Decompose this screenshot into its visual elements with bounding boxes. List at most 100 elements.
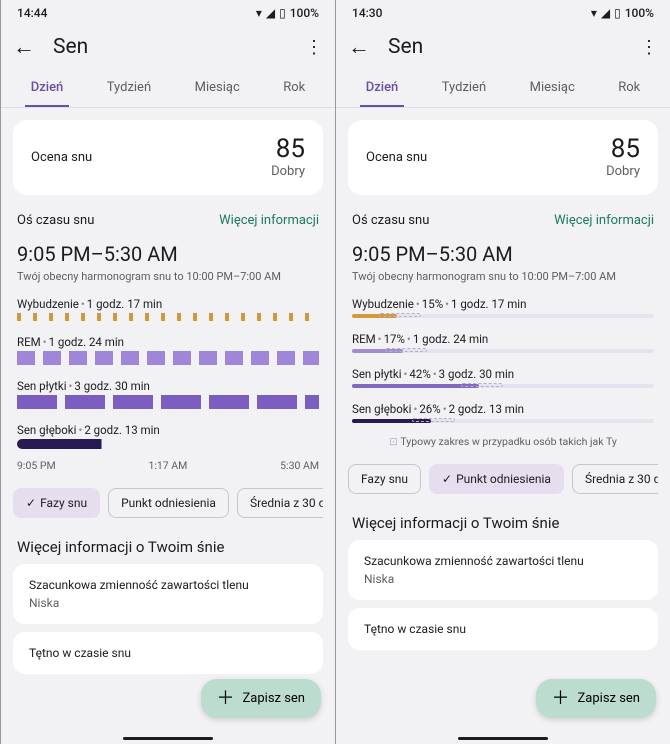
stage-row-wake: Wybudzenie•15%•1 godz. 17 min (352, 297, 654, 318)
header: ← Sen ⋮ (336, 20, 670, 70)
tab-miesiąc[interactable]: Miesiąc (524, 70, 581, 107)
chip-0[interactable]: ✓Fazy snu (13, 488, 100, 518)
score-label: Ocena snu (31, 150, 92, 165)
score-card: Ocena snu 85 Dobry (348, 120, 658, 195)
status-bar: 14:30 ▾ ◢ ▯ 100% (336, 0, 670, 20)
status-icons: ▾ ◢ ▯ 100% (591, 6, 654, 20)
kebab-icon[interactable]: ⋮ (640, 37, 658, 58)
score-value: 85 (606, 136, 640, 162)
fab-label: Zapisz sen (243, 691, 306, 706)
timeline-track-wake (17, 313, 319, 321)
timeline-track-light (17, 395, 319, 409)
stage-label: Sen głęboki•26%•2 godz. 13 min (352, 402, 654, 416)
stage-label: REM•17%•1 godz. 24 min (352, 332, 654, 346)
tab-rok[interactable]: Rok (277, 70, 311, 107)
tab-dzień[interactable]: Dzień (25, 70, 70, 107)
stage-label: Sen głęboki•2 godz. 13 min (17, 423, 319, 437)
timeline-section: Oś czasu snu Więcej informacji 9:05 PM–5… (17, 213, 319, 472)
info-card-title: Tętno w czasie snu (364, 622, 642, 636)
info-card-title: Szacunkowa zmienność zawartości tlenu (29, 578, 307, 592)
back-icon[interactable]: ← (13, 34, 35, 60)
section-title: Oś czasu snu (352, 213, 429, 228)
chip-0[interactable]: Fazy snu (348, 464, 421, 494)
time-range: 9:05 PM–5:30 AM (352, 242, 654, 266)
check-icon: ✓ (442, 472, 452, 486)
page-title: Sen (388, 35, 640, 59)
info-card-title: Szacunkowa zmienność zawartości tlenu (364, 554, 642, 568)
chip-2[interactable]: Średnia z 30 dni (572, 464, 658, 494)
chip-2[interactable]: Średnia z 30 dni (237, 488, 323, 518)
stage-row-light: Sen płytki•42%•3 godz. 30 min (352, 367, 654, 388)
tab-tydzień[interactable]: Tydzień (101, 70, 157, 107)
kebab-icon[interactable]: ⋮ (305, 37, 323, 58)
more-info-link[interactable]: Więcej informacji (219, 213, 319, 228)
status-time: 14:44 (17, 6, 47, 20)
axis-tick: 5:30 AM (280, 459, 319, 472)
tabs: Dzień Tydzień Miesiąc Rok (336, 70, 670, 108)
header: ← Sen ⋮ (1, 20, 335, 70)
info-card-1[interactable]: Tętno w czasie snu (348, 608, 658, 650)
time-sub: Twój obecny harmonogram snu to 10:00 PM–… (17, 270, 319, 283)
chips: ✓Fazy snu Punkt odniesienia Średnia z 30 d… (13, 488, 323, 518)
stage-label: Sen płytki•3 godz. 30 min (17, 379, 319, 393)
tab-tydzień[interactable]: Tydzień (436, 70, 492, 107)
chip-1[interactable]: ✓Punkt odniesienia (429, 464, 564, 494)
bar-wake (352, 314, 654, 318)
info-card-0[interactable]: Szacunkowa zmienność zawartości tlenu Ni… (13, 564, 323, 624)
range-note: Typowy zakres w przypadku osób takich ja… (352, 435, 654, 448)
tab-rok[interactable]: Rok (612, 70, 646, 107)
more-title: Więcej informacji o Twoim śnie (17, 538, 319, 556)
battery-pct: 100% (290, 6, 319, 20)
more-title: Więcej informacji o Twoim śnie (352, 514, 654, 532)
info-card-0[interactable]: Szacunkowa zmienność zawartości tlenu Ni… (348, 540, 658, 600)
status-bar: 14:44 ▾ ◢ ▯ 100% (1, 0, 335, 20)
axis-tick: 9:05 PM (17, 459, 56, 472)
stage-row-wake: Wybudzenie•1 godz. 17 min (17, 297, 319, 321)
x-axis: 9:05 PM 1:17 AM 5:30 AM (17, 459, 319, 472)
bar-light (352, 384, 654, 388)
stage-label: Wybudzenie•15%•1 godz. 17 min (352, 297, 654, 311)
info-card-1[interactable]: Tętno w czasie snu (13, 632, 323, 674)
tab-miesiąc[interactable]: Miesiąc (189, 70, 246, 107)
time-range: 9:05 PM–5:30 AM (17, 242, 319, 266)
score-value: 85 (271, 136, 305, 162)
info-card-value: Niska (364, 572, 642, 586)
fab-save[interactable]: ＋ Zapisz sen (201, 679, 322, 718)
stage-row-rem: REM•17%•1 godz. 24 min (352, 332, 654, 353)
info-card-title: Tętno w czasie snu (29, 646, 307, 660)
wifi-icon: ▾ (591, 6, 597, 20)
timeline-track-deep (17, 439, 319, 449)
axis-tick: 1:17 AM (148, 459, 187, 472)
stage-row-light: Sen płytki•3 godz. 30 min (17, 379, 319, 409)
score-label: Ocena snu (366, 150, 427, 165)
more-info-link[interactable]: Więcej informacji (554, 213, 654, 228)
score-desc: Dobry (271, 164, 305, 179)
stage-label: Sen płytki•42%•3 godz. 30 min (352, 367, 654, 381)
tab-dzień[interactable]: Dzień (360, 70, 405, 107)
stage-label: Wybudzenie•1 godz. 17 min (17, 297, 319, 311)
info-card-value: Niska (29, 596, 307, 610)
stage-label: REM•1 godz. 24 min (17, 335, 319, 349)
chip-1[interactable]: Punkt odniesienia (108, 488, 229, 518)
stage-row-deep: Sen głęboki•26%•2 godz. 13 min (352, 402, 654, 423)
stage-row-rem: REM•1 godz. 24 min (17, 335, 319, 365)
check-icon: ✓ (26, 496, 36, 510)
timeline-section: Oś czasu snu Więcej informacji 9:05 PM–5… (352, 213, 654, 448)
battery-icon: ▯ (614, 6, 621, 20)
section-title: Oś czasu snu (17, 213, 94, 228)
nav-pill (458, 737, 548, 740)
score-card: Ocena snu 85 Dobry (13, 120, 323, 195)
tabs: Dzień Tydzień Miesiąc Rok (1, 70, 335, 108)
nav-pill (123, 737, 213, 740)
status-time: 14:30 (352, 6, 382, 20)
bar-rem (352, 349, 654, 353)
back-icon[interactable]: ← (348, 34, 370, 60)
score-desc: Dobry (606, 164, 640, 179)
fab-save[interactable]: ＋ Zapisz sen (536, 679, 657, 718)
time-sub: Twój obecny harmonogram snu to 10:00 PM–… (352, 270, 654, 283)
page-title: Sen (53, 35, 305, 59)
wifi-icon: ▾ (256, 6, 262, 20)
timeline-track-rem (17, 351, 319, 365)
signal-icon: ◢ (601, 6, 610, 20)
fab-label: Zapisz sen (578, 691, 641, 706)
